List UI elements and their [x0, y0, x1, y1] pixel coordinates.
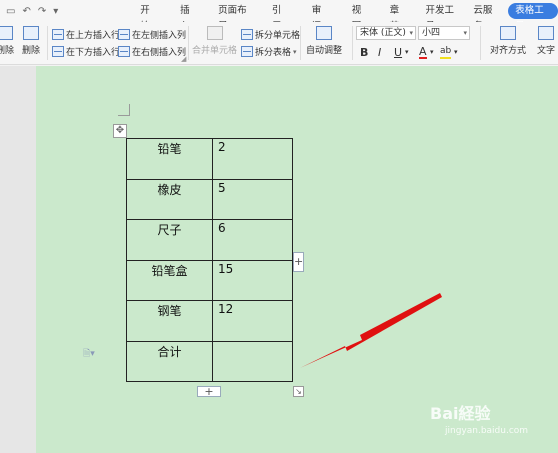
arrow-icon [300, 293, 442, 368]
annotation-arrow [300, 293, 442, 368]
watermark-url: jingyan.baidu.com [445, 426, 529, 436]
watermark-logo: Bai経验 [430, 404, 491, 423]
